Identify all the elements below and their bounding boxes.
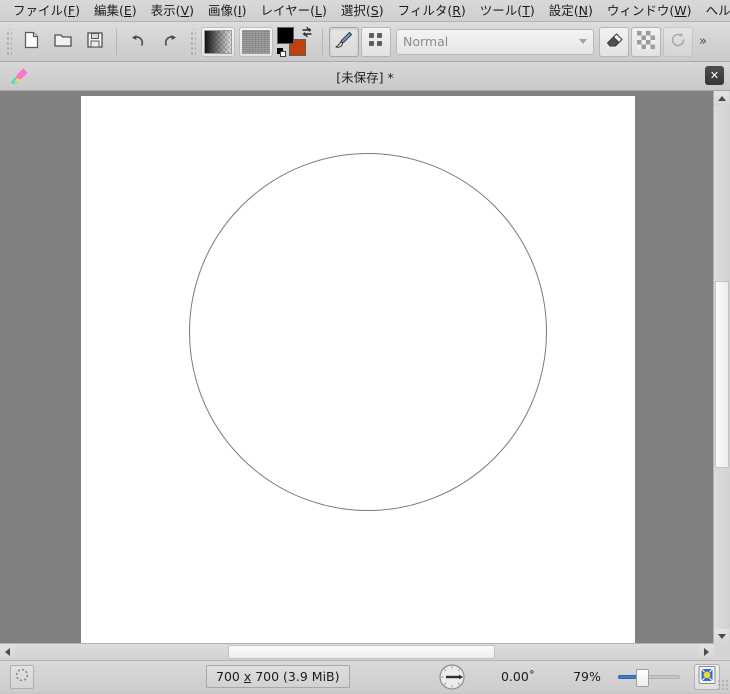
window-resize-grip[interactable]	[717, 679, 729, 691]
menu-edit-label: 編集(E)	[93, 3, 137, 18]
image-canvas[interactable]	[81, 96, 635, 644]
pattern-swatch-icon	[242, 29, 270, 54]
toolbar-group-handle[interactable]	[189, 28, 196, 55]
close-document-button[interactable]: ✕	[705, 66, 724, 85]
scroll-up-button[interactable]	[714, 91, 729, 106]
menu-file-label: ファイル(F)	[13, 3, 80, 18]
document-title-bar: [未保存] * ✕	[0, 62, 730, 91]
zoom-level-value[interactable]: 79%	[566, 669, 608, 684]
scroll-left-button[interactable]	[0, 644, 15, 659]
open-folder-icon	[53, 30, 73, 53]
image-size-label: 700 x 700 (3.9 MiB)	[216, 669, 340, 684]
new-document-button[interactable]	[16, 27, 46, 57]
swap-colors-icon[interactable]	[301, 26, 313, 38]
toolbar-separator-1	[116, 28, 117, 55]
vertical-scrollbar-thumb[interactable]	[715, 281, 729, 468]
blend-mode-value: Normal	[403, 34, 449, 49]
menu-filters[interactable]: フィルタ(R)	[391, 1, 473, 20]
open-file-button[interactable]	[48, 27, 78, 57]
menu-image-label: 画像(I)	[208, 3, 247, 18]
main-toolbar: Normal »	[0, 22, 730, 62]
fit-image-in-window-icon	[698, 666, 716, 687]
canvas-viewport[interactable]	[0, 91, 714, 644]
menu-bar: ファイル(F) 編集(E) 表示(V) 画像(I) レイヤー(L) 選択(S) …	[0, 0, 730, 22]
rotate-button[interactable]	[663, 26, 693, 57]
redo-arrow-icon	[159, 30, 181, 53]
horizontal-scrollbar-thumb[interactable]	[228, 645, 495, 659]
menu-layer[interactable]: レイヤー(L)	[253, 1, 333, 20]
scroll-down-arrow-icon	[717, 634, 726, 639]
rotate-refresh-icon	[669, 31, 687, 52]
undo-button[interactable]	[123, 27, 153, 57]
toolbar-separator-2	[322, 28, 323, 55]
redo-button[interactable]	[155, 27, 185, 57]
menu-file[interactable]: ファイル(F)	[6, 1, 87, 20]
image-editor-window: ファイル(F) 編集(E) 表示(V) 画像(I) レイヤー(L) 選択(S) …	[0, 0, 730, 692]
brush-grid-icon	[367, 31, 385, 52]
menu-view-label: 表示(V)	[150, 3, 195, 18]
save-floppy-icon	[85, 30, 105, 53]
vertical-scrollbar[interactable]	[713, 91, 730, 644]
transparency-button[interactable]	[631, 26, 661, 57]
gradient-swatch-icon	[204, 29, 232, 54]
toolbar-drag-handle[interactable]	[5, 28, 12, 55]
scrollbar-corner	[714, 644, 730, 660]
rotation-dial-icon	[438, 663, 466, 694]
brush-app-icon	[8, 66, 28, 86]
paintbrush-tool-button[interactable]	[329, 26, 359, 57]
marching-ants-selection-icon	[14, 667, 30, 686]
scroll-right-button[interactable]	[699, 644, 714, 659]
canvas-workspace	[0, 91, 730, 660]
image-size-status[interactable]: 700 x 700 (3.9 MiB)	[206, 665, 350, 688]
menu-view[interactable]: 表示(V)	[144, 1, 201, 20]
reset-colors-icon[interactable]	[277, 47, 287, 58]
chevron-down-icon	[579, 39, 587, 44]
menu-filters-label: フィルタ(R)	[397, 3, 466, 18]
scroll-left-arrow-icon	[5, 647, 10, 656]
menu-settings-label: 設定(N)	[548, 3, 593, 18]
drawn-circle-shape	[189, 153, 547, 511]
zoom-slider-handle[interactable]	[636, 668, 649, 687]
brush-selector-button[interactable]	[361, 26, 391, 57]
paintbrush-icon	[333, 29, 355, 54]
scroll-down-button[interactable]	[714, 629, 729, 644]
gradient-swatch-button[interactable]	[201, 26, 235, 57]
blend-mode-select[interactable]: Normal	[396, 28, 594, 55]
horizontal-scrollbar[interactable]	[0, 643, 714, 660]
menu-edit[interactable]: 編集(E)	[87, 1, 144, 20]
new-document-icon	[21, 30, 41, 53]
menu-help-label: ヘルプ(H)	[705, 3, 730, 18]
menu-tools[interactable]: ツール(T)	[473, 1, 542, 20]
toolbar-overflow-button[interactable]: »	[694, 34, 712, 49]
menu-windows[interactable]: ウィンドウ(W)	[600, 1, 699, 20]
scroll-right-arrow-icon	[704, 647, 709, 656]
rotation-angle-value[interactable]: 0.00˚	[492, 669, 544, 684]
menu-settings[interactable]: 設定(N)	[542, 1, 600, 20]
checkerboard-icon	[637, 31, 655, 52]
eraser-button[interactable]	[599, 26, 629, 57]
menu-help[interactable]: ヘルプ(H)	[699, 1, 730, 20]
foreground-background-color-widget[interactable]	[277, 26, 313, 58]
save-file-button[interactable]	[80, 27, 110, 57]
zoom-slider[interactable]	[618, 668, 680, 687]
rotation-dial[interactable]	[438, 663, 466, 691]
scroll-up-arrow-icon	[717, 96, 726, 101]
menu-image[interactable]: 画像(I)	[201, 1, 253, 20]
eraser-icon	[604, 30, 624, 53]
menu-tools-label: ツール(T)	[479, 3, 535, 18]
close-icon: ✕	[709, 69, 720, 82]
undo-arrow-icon	[127, 30, 149, 53]
menu-windows-label: ウィンドウ(W)	[606, 3, 692, 18]
selection-indicator-button[interactable]	[10, 664, 34, 689]
menu-select[interactable]: 選択(S)	[334, 1, 391, 20]
menu-select-label: 選択(S)	[340, 3, 384, 18]
pattern-swatch-button[interactable]	[239, 26, 273, 57]
foreground-color-swatch[interactable]	[277, 26, 294, 44]
page-title: [未保存] *	[336, 69, 394, 85]
menu-layer-label: レイヤー(L)	[260, 3, 327, 18]
status-bar: 700 x 700 (3.9 MiB) 0.00˚ 79%	[0, 660, 730, 692]
